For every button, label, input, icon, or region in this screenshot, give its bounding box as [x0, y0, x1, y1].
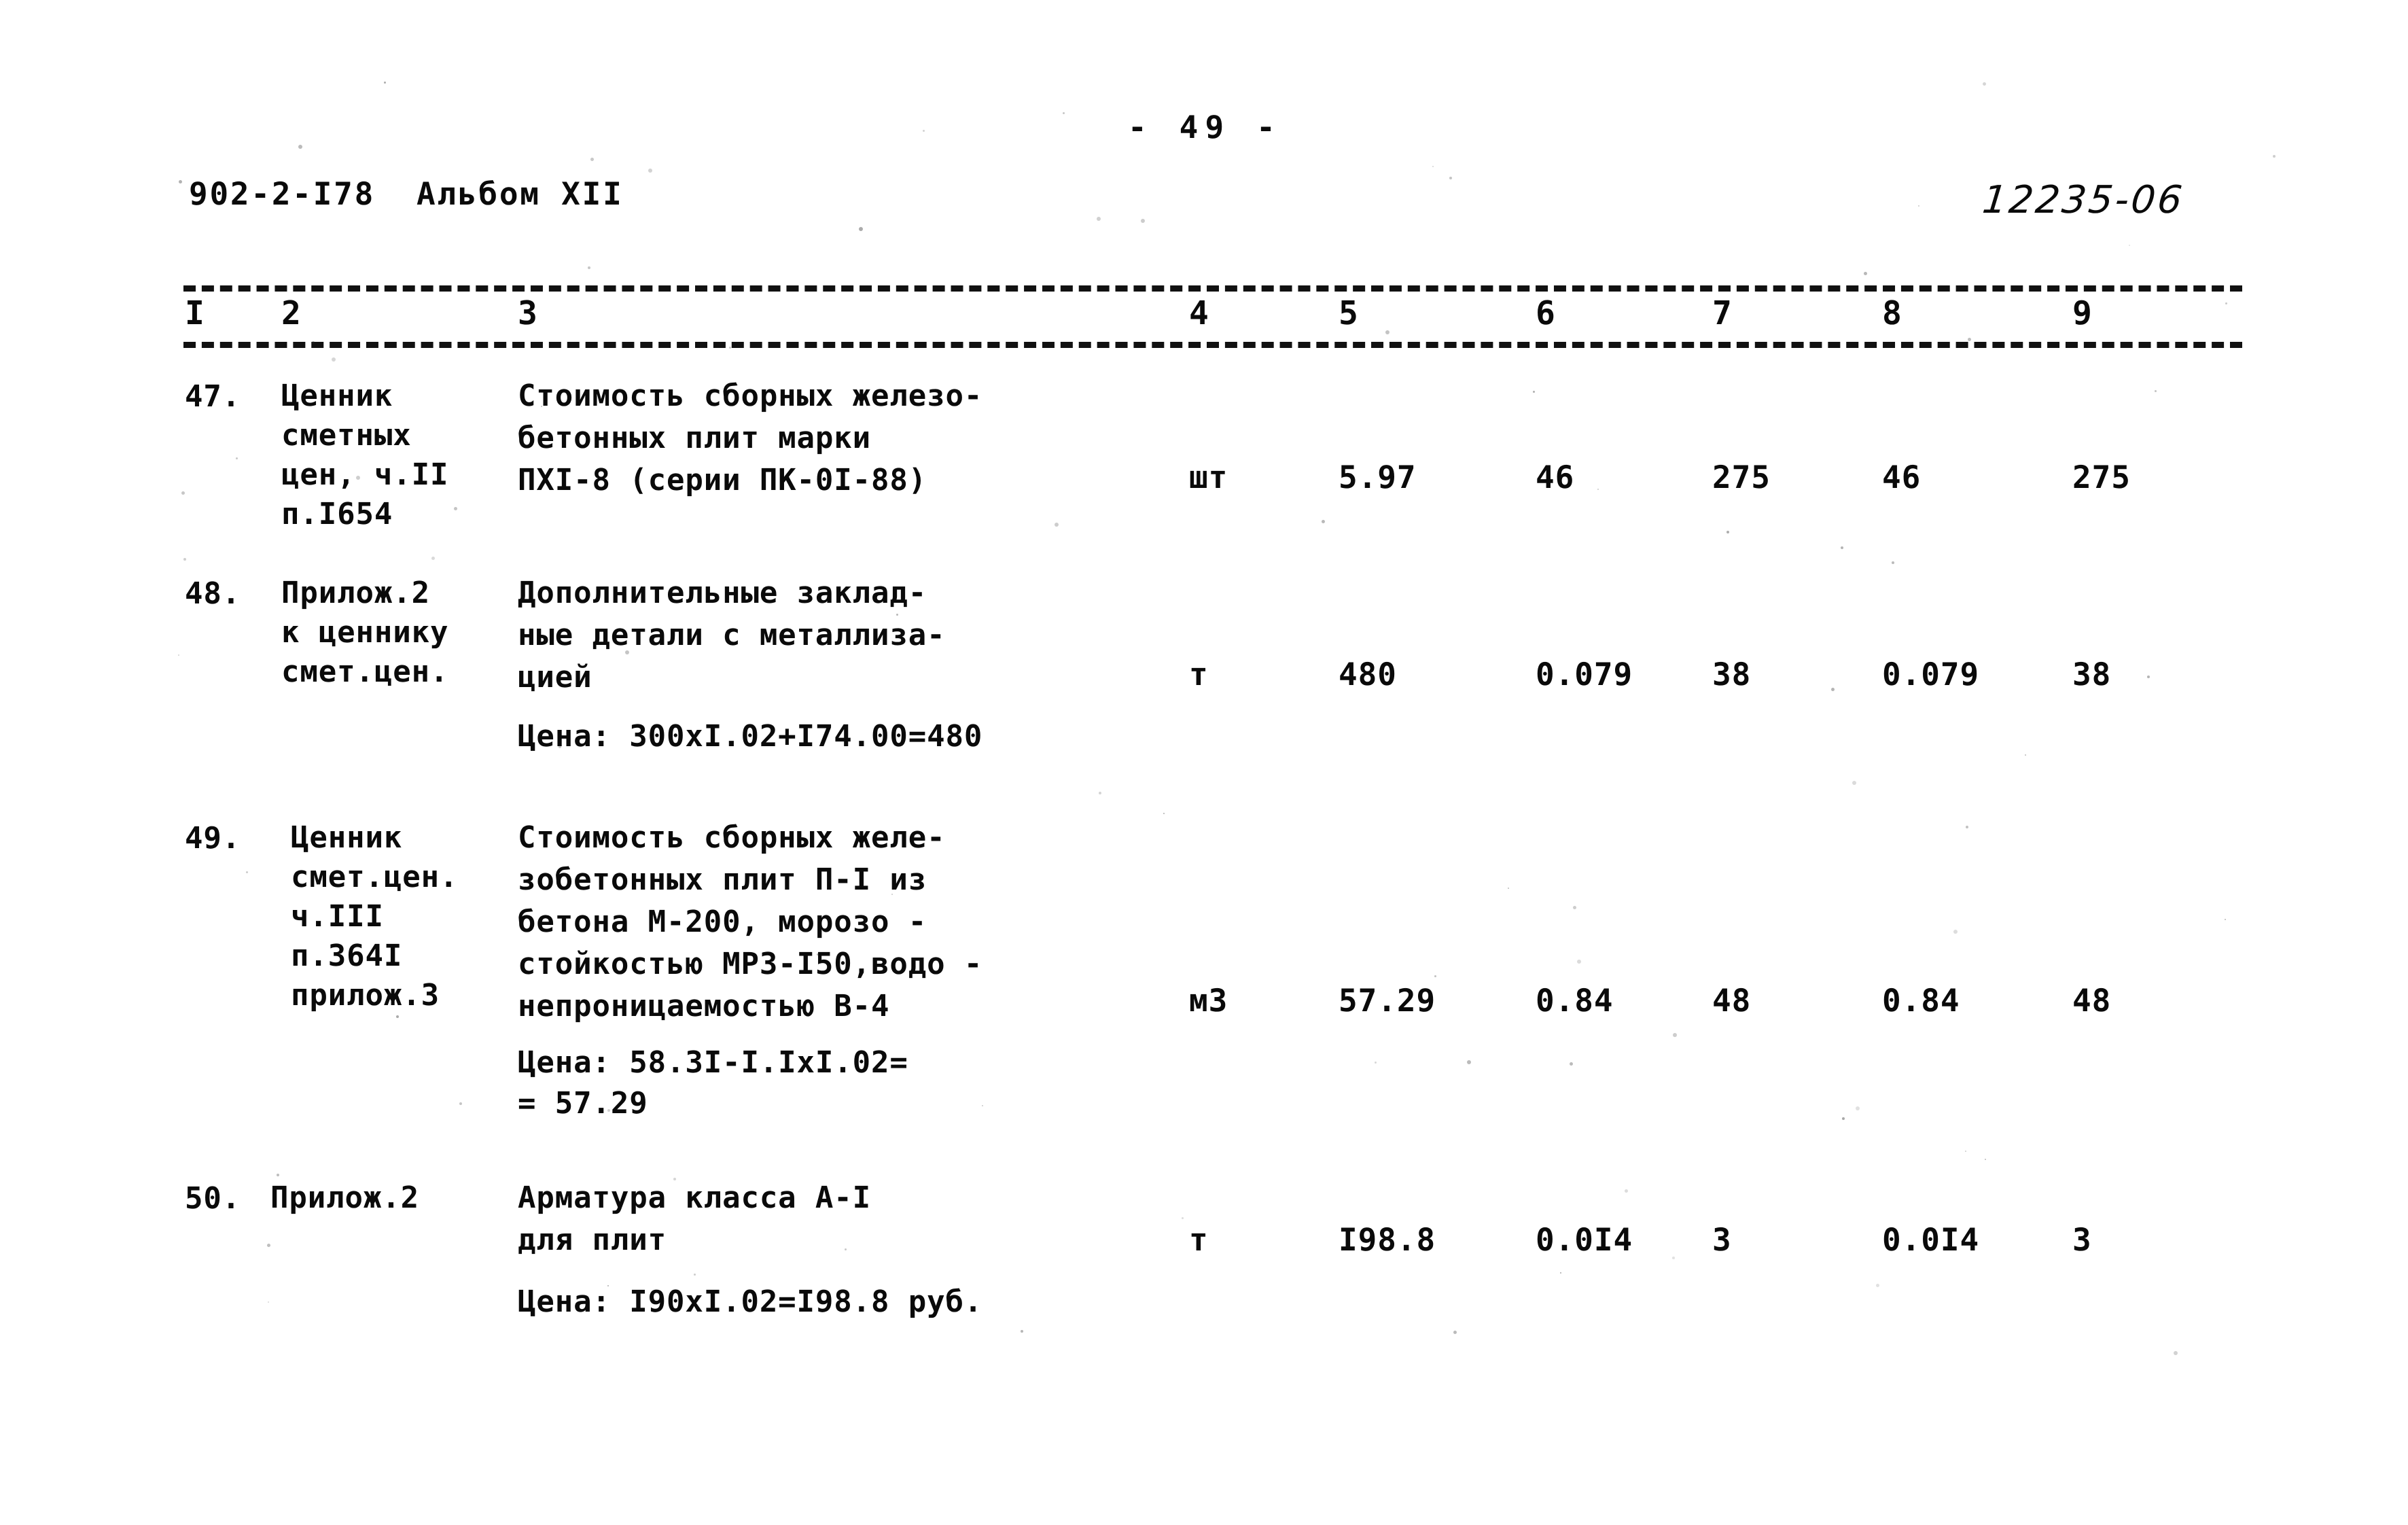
row-price: 57.29 [1339, 982, 1436, 1019]
row-quantity-2: 0.84 [1882, 982, 1960, 1019]
row-number: 49. [185, 821, 241, 856]
page-number: - 49 - [1128, 109, 1282, 145]
column-header-1: I [185, 294, 205, 332]
row-number: 48. [185, 576, 241, 611]
row-unit: м3 [1189, 982, 1228, 1019]
archive-number-handwritten: 12235-06 [1980, 178, 2186, 222]
table-row: 50. Прилож.2 Арматура класса А-I для пли… [183, 1158, 2242, 1382]
table-row: 47. Ценник сметных цен, ч.II п.I654 Стои… [183, 349, 2242, 560]
row-reference: Ценник смет.цен. ч.III п.364I прилож.3 [291, 820, 459, 1013]
column-header-2: 2 [281, 294, 302, 332]
row-description: Стоимость сборных желе- зобетонных плит … [518, 820, 983, 1023]
column-header-3: 3 [518, 294, 538, 332]
row-quantity-1: 0.0I4 [1536, 1221, 1633, 1258]
row-sum-2: 48 [2072, 982, 2112, 1019]
row-sum-1: 38 [1712, 656, 1752, 693]
row-unit: т [1189, 656, 1209, 693]
row-quantity-1: 46 [1536, 459, 1575, 495]
cost-estimate-table: I 2 3 4 5 6 7 8 9 47. Ценник сметных цен… [183, 285, 2242, 1382]
row-description: Дополнительные заклад- ные детали с мета… [518, 576, 946, 695]
row-unit: шт [1189, 459, 1228, 495]
row-quantity-2: 46 [1882, 459, 1922, 495]
column-header-4: 4 [1189, 294, 1209, 332]
row-reference: Ценник сметных цен, ч.II п.I654 [281, 379, 449, 531]
table-body: 47. Ценник сметных цен, ч.II п.I654 Стои… [183, 349, 2242, 1382]
table-row: 49. Ценник смет.цен. ч.III п.364I прилож… [183, 798, 2242, 1158]
row-description: Арматура класса А-I для плит [518, 1180, 872, 1257]
row-quantity-2: 0.079 [1882, 656, 1980, 693]
row-description: Стоимость сборных железо- бетонных плит … [518, 379, 983, 497]
row-sum-1: 48 [1712, 982, 1752, 1019]
column-header-7: 7 [1712, 294, 1733, 332]
row-price-formula: Цена: 300xI.02+I74.00=480 [518, 719, 983, 754]
column-header-6: 6 [1536, 294, 1556, 332]
document-code: 902-2-I78 Альбом XII [189, 175, 624, 212]
row-quantity-1: 0.84 [1536, 982, 1614, 1019]
row-price: I98.8 [1339, 1221, 1436, 1258]
row-sum-2: 38 [2072, 656, 2112, 693]
row-price-formula: Цена: I90xI.02=I98.8 руб. [518, 1284, 983, 1319]
row-price-formula: Цена: 58.3I-I.IxI.02= = 57.29 [518, 1045, 908, 1121]
row-sum-1: 3 [1712, 1221, 1732, 1258]
row-unit: т [1189, 1221, 1209, 1258]
table-column-header-row: I 2 3 4 5 6 7 8 9 [183, 292, 2242, 342]
row-number: 47. [185, 379, 241, 414]
row-sum-2: 3 [2072, 1221, 2092, 1258]
row-quantity-2: 0.0I4 [1882, 1221, 1980, 1258]
table-top-rule [183, 285, 2242, 292]
table-row: 48. Прилож.2 к ценнику смет.цен. Дополни… [183, 560, 2242, 798]
row-price: 5.97 [1339, 459, 1417, 495]
row-sum-1: 275 [1712, 459, 1771, 495]
row-number: 50. [185, 1181, 241, 1216]
column-header-8: 8 [1882, 294, 1902, 332]
row-quantity-1: 0.079 [1536, 656, 1633, 693]
row-sum-2: 275 [2072, 459, 2131, 495]
table-header-bottom-rule [183, 342, 2242, 348]
row-reference: Прилож.2 [270, 1180, 419, 1215]
row-price: 480 [1339, 656, 1397, 693]
column-header-5: 5 [1339, 294, 1359, 332]
row-reference: Прилож.2 к ценнику смет.цен. [281, 576, 449, 689]
column-header-9: 9 [2072, 294, 2093, 332]
